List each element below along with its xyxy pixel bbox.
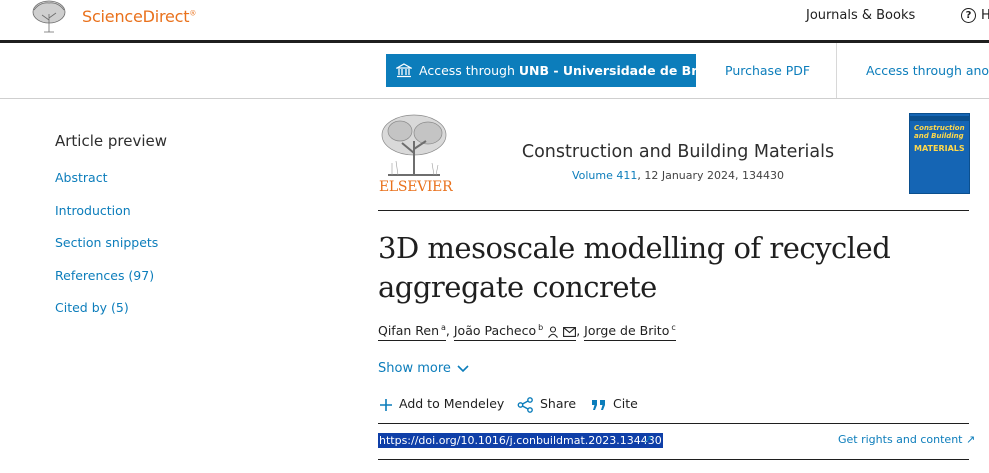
affiliation-marker: c xyxy=(671,323,676,332)
chevron-down-icon xyxy=(457,364,469,372)
institution-bank-icon xyxy=(396,63,412,78)
share-button[interactable]: Share xyxy=(517,396,576,413)
doi-divider-bottom xyxy=(378,459,969,460)
author-name: Qifan Ren xyxy=(378,323,440,339)
elsevier-tree-icon[interactable] xyxy=(378,113,450,181)
author-link[interactable]: João Pacheco b xyxy=(453,323,577,342)
cite-button[interactable]: Cite xyxy=(591,396,638,411)
help-icon[interactable]: ? xyxy=(961,8,976,23)
share-label: Share xyxy=(540,396,577,411)
cite-label: Cite xyxy=(613,396,638,411)
article-title-line-1: 3D mesoscale modelling of recycled xyxy=(378,231,891,265)
access-through-other-link[interactable]: Access through anot xyxy=(866,63,989,78)
sidebar-item-abstract[interactable]: Abstract xyxy=(55,170,107,185)
volume-link[interactable]: Volume 411 xyxy=(572,169,637,182)
access-button-label: Access through UNB - Universidade de Bra… xyxy=(419,54,696,87)
add-to-mendeley-button[interactable]: Add to Mendeley xyxy=(379,396,504,412)
article-title-line-2: aggregate concrete xyxy=(378,270,657,304)
sidebar-item-references[interactable]: References (97) xyxy=(55,268,154,283)
author-separator: , xyxy=(576,323,585,339)
brand-text: ScienceDirect xyxy=(82,7,190,26)
show-more-button[interactable]: Show more xyxy=(378,361,469,376)
journal-divider xyxy=(378,210,969,211)
plus-icon xyxy=(380,398,392,411)
share-icon xyxy=(517,396,533,413)
journal-title-link[interactable]: Construction and Building Materials xyxy=(498,142,858,162)
purchase-pdf-link[interactable]: Purchase PDF xyxy=(725,63,810,78)
access-prefix: Access through xyxy=(419,63,519,78)
help-label[interactable]: H xyxy=(981,8,989,23)
cover-materials: MATERIALS xyxy=(914,144,965,153)
access-bar-divider xyxy=(0,98,989,99)
author-link[interactable]: Jorge de Brito c xyxy=(584,323,676,342)
elsevier-wordmark[interactable]: ELSEVIER xyxy=(379,179,453,195)
access-institution: UNB - Universidade de Bra... xyxy=(518,63,696,78)
show-more-label: Show more xyxy=(378,361,451,376)
author-name: Jorge de Brito xyxy=(584,323,670,339)
cover-title: Construction and Building xyxy=(914,124,965,140)
author-link[interactable]: Qifan Ren a xyxy=(378,323,446,342)
journal-cover-image[interactable]: Construction and Building MATERIALS xyxy=(909,113,970,194)
brand-mark: ® xyxy=(189,9,197,18)
article-title: 3D mesoscale modelling of recycled aggre… xyxy=(378,229,938,307)
email-icon xyxy=(563,326,577,337)
sidebar-item-cited-by[interactable]: Cited by (5) xyxy=(55,300,129,315)
sidebar-title: Article preview xyxy=(55,132,168,150)
access-bar-separator xyxy=(836,43,837,98)
get-rights-and-content-link[interactable]: Get rights and content ↗ xyxy=(838,433,975,446)
author-name: João Pacheco xyxy=(453,323,537,339)
author-separator: , xyxy=(445,323,454,339)
sidebar-item-introduction[interactable]: Introduction xyxy=(55,203,131,218)
doi-divider-top xyxy=(378,423,969,424)
person-icon xyxy=(548,326,559,338)
add-to-mendeley-label: Add to Mendeley xyxy=(399,396,505,411)
elsevier-tree-logo-icon[interactable] xyxy=(28,0,70,34)
journals-and-books-link[interactable]: Journals & Books xyxy=(806,8,915,23)
quote-icon xyxy=(592,399,605,410)
access-through-institution-button[interactable]: Access through UNB - Universidade de Bra… xyxy=(386,54,696,87)
date-article-number: , 12 January 2024, 134430 xyxy=(637,169,785,182)
doi-link[interactable]: https://doi.org/10.1016/j.conbuildmat.20… xyxy=(378,433,663,448)
cover-stripe xyxy=(910,116,969,121)
affiliation-marker: b xyxy=(538,323,544,332)
journal-meta: Volume 411, 12 January 2024, 134430 xyxy=(498,169,858,182)
sciencedirect-logo[interactable]: ScienceDirect® xyxy=(82,7,196,26)
external-link-arrow-icon[interactable]: ↗ xyxy=(643,433,652,446)
author-list: Qifan Ren a, João Pacheco b, Jorge de Brit… xyxy=(378,323,676,342)
sidebar-item-section-snippets[interactable]: Section snippets xyxy=(55,235,158,250)
